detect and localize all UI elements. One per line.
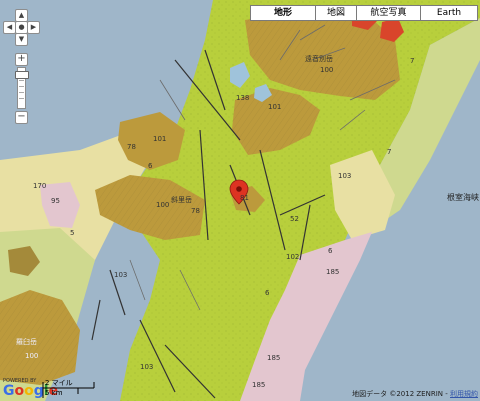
unit-label: 103: [140, 363, 154, 371]
geologic-map[interactable]: 100 100 100 101 101 103 103 103 102 78 7…: [0, 0, 480, 401]
arrow-right-icon[interactable]: ▶: [27, 21, 40, 34]
unit-label: 6: [328, 247, 333, 255]
unit-label: 103: [338, 172, 352, 180]
unit-label: 6: [148, 162, 153, 170]
attribution-text: 地図データ ©2012 ZENRIN: [352, 390, 444, 398]
mountain-label: 羅臼岳: [16, 338, 37, 346]
unit-label: 185: [326, 268, 340, 276]
zoom-slider-handle[interactable]: [15, 70, 29, 79]
map-type-satellite-button[interactable]: 航空写真: [356, 5, 421, 21]
map-type-map-button[interactable]: 地図: [315, 5, 357, 21]
arrow-down-icon[interactable]: ▼: [15, 33, 28, 46]
unit-label: 103: [114, 271, 128, 279]
terms-of-use-link[interactable]: 利用規約: [450, 390, 478, 398]
unit-label: 7: [410, 57, 415, 65]
unit-label: 100: [320, 66, 334, 74]
map-type-terrain-button[interactable]: 地形: [250, 5, 316, 21]
unit-label: 78: [127, 143, 136, 151]
unit-label: 78: [191, 207, 200, 215]
unit-label: 100: [156, 201, 170, 209]
unit-label: 101: [268, 103, 282, 111]
map-attribution: 地図データ ©2012 ZENRIN - 利用規約: [352, 389, 478, 399]
map-type-earth-button[interactable]: Earth: [420, 5, 478, 21]
unit-label: 6: [265, 289, 270, 297]
plus-icon[interactable]: +: [15, 53, 28, 66]
unit-label: 138: [236, 94, 250, 102]
scale-km-label: 5 km: [45, 389, 63, 397]
strait-label: 根室海峡: [447, 193, 479, 202]
unit-label: 52: [290, 215, 299, 223]
zoom-slider[interactable]: [15, 67, 29, 109]
unit-label: 5: [70, 229, 75, 237]
minus-icon[interactable]: −: [15, 111, 28, 124]
unit-label: 101: [153, 135, 167, 143]
unit-label: 102: [286, 253, 300, 261]
unit-label: 185: [267, 354, 281, 362]
unit-label: 7: [387, 148, 392, 156]
unit-label: 100: [25, 352, 39, 360]
unit-label: 170: [33, 182, 47, 190]
scale-bar: 2 マイル 5 km: [42, 378, 100, 400]
mountain-label: 遠音別岳: [305, 55, 333, 63]
unit-label: 185: [252, 381, 266, 389]
mountain-label: 斜里岳: [171, 196, 192, 204]
unit-label: 81: [240, 194, 249, 202]
attribution-separator: -: [443, 390, 450, 398]
unit-label: 95: [51, 197, 60, 205]
